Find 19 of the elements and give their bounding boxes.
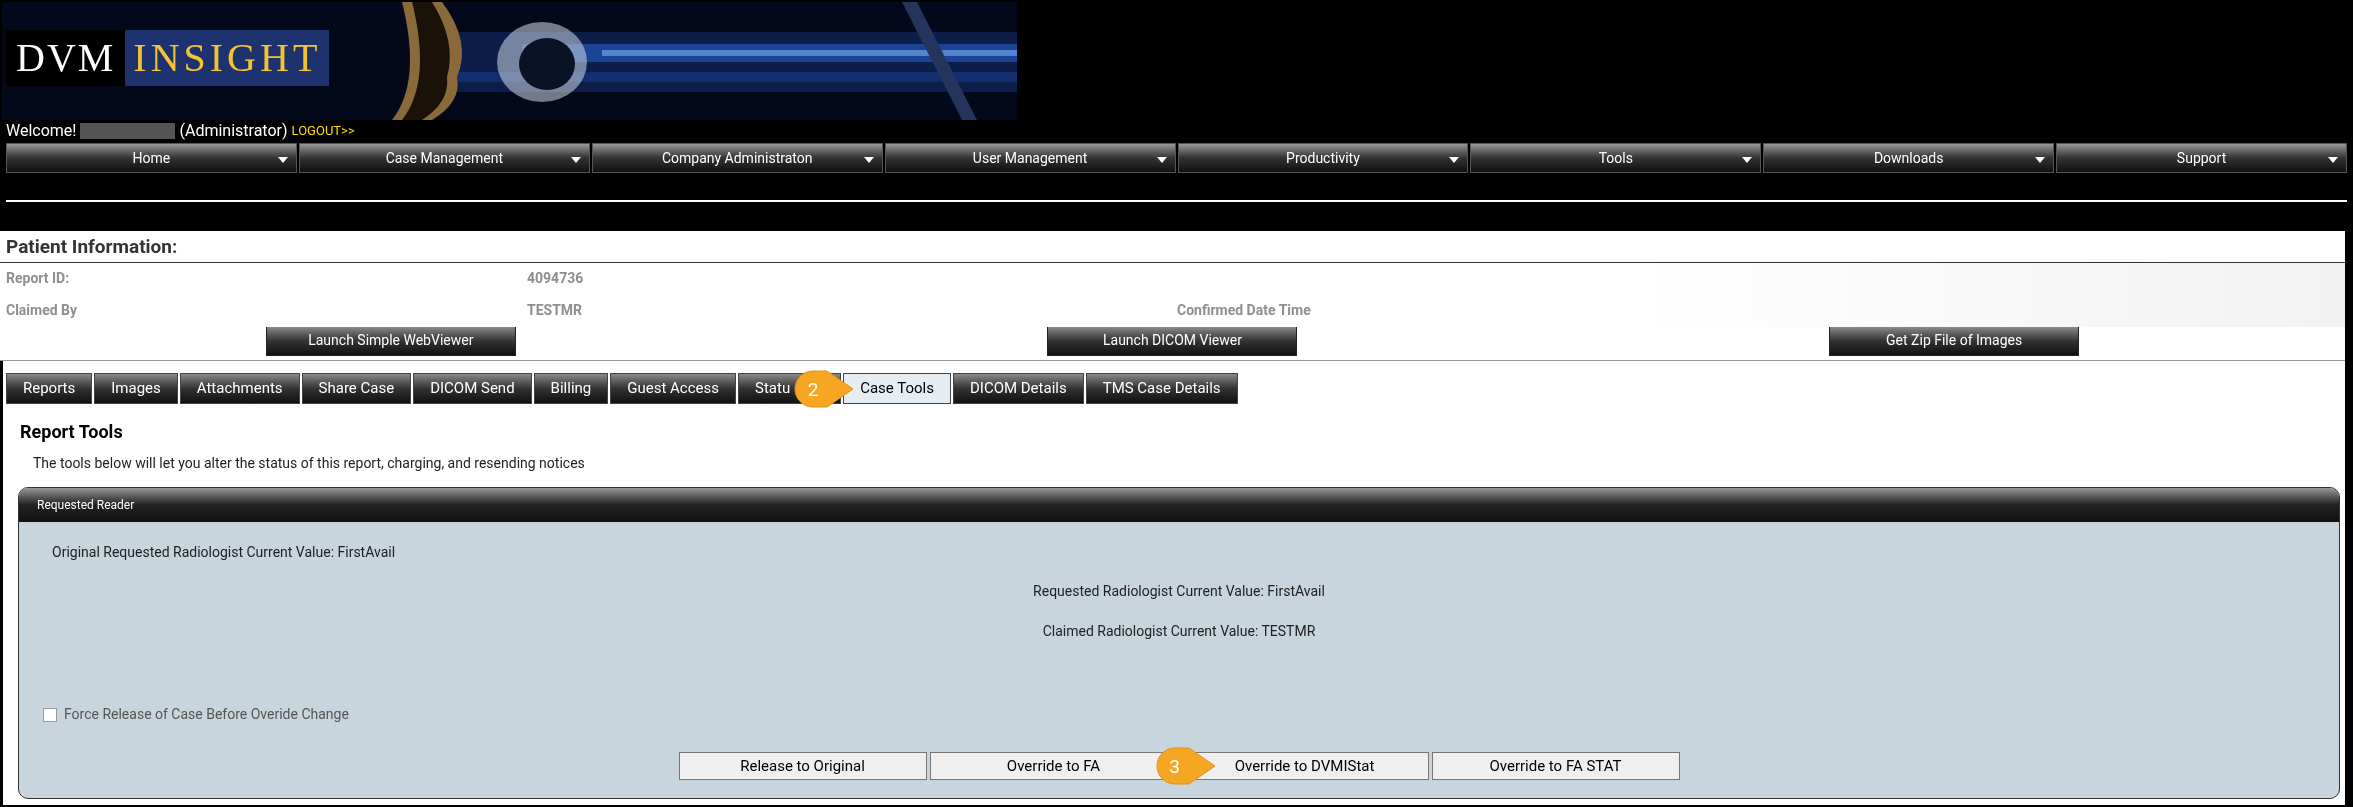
field-label: Confirmed Date Time <box>1177 301 1311 320</box>
role-text: (Administrator) <box>179 120 288 142</box>
panel-title: Requested Reader <box>37 497 135 514</box>
section-title: Patient Information: <box>5 234 179 260</box>
section-title: Report Tools <box>19 420 124 444</box>
callout-tooltip: 3 <box>1154 746 1217 786</box>
info-text: Requested Radiologist Current Value: FirstAvail <box>1032 582 1326 601</box>
description-text: The tools below will let you alter the status of this report, charging, and resending notices <box>32 454 586 473</box>
field-label: Claimed By <box>5 301 79 320</box>
field-label: Report ID: <box>5 269 71 288</box>
info-text: Original Requested Radiologist Current Value: FirstAvail <box>51 543 397 562</box>
logo-text: INSIGHT <box>125 30 330 86</box>
field-value: TESTMR <box>527 301 584 320</box>
welcome-text: Welcome! <box>6 120 77 142</box>
logo-text: DVM <box>6 30 126 86</box>
callout-tooltip: 2 <box>793 368 856 409</box>
field-value: 4094736 <box>527 269 585 288</box>
info-text: Claimed Radiologist Current Value: TESTMR <box>1041 622 1317 641</box>
checkbox-label: Force Release of Case Before Overide Change <box>64 705 349 724</box>
